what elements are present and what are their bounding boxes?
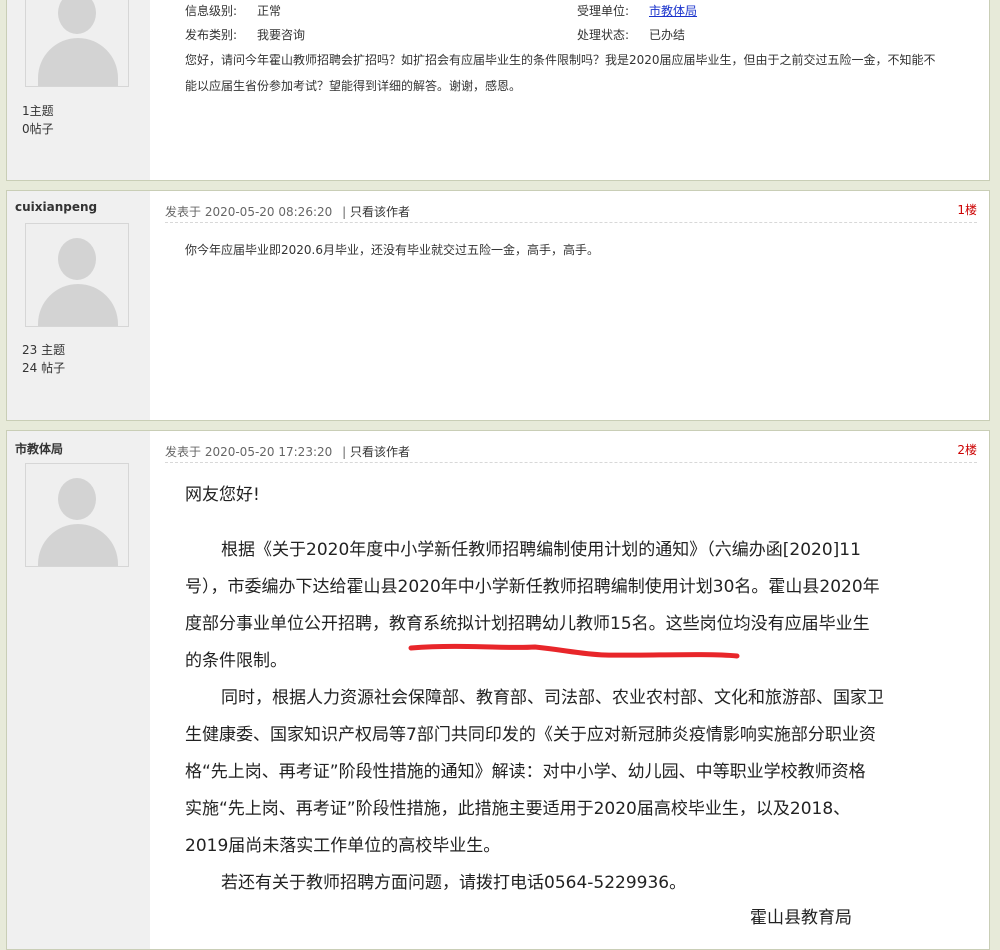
only-author-link[interactable]: 只看该作者 (350, 205, 410, 219)
content-line: 若还有关于教师招聘方面问题，请拨打电话0564-5229936。 (221, 873, 687, 893)
content-line: 根据《关于2020年度中小学新任教师招聘编制使用计划的通知》（六编办函[2020… (221, 540, 861, 560)
avatar-head-shape (58, 0, 96, 34)
reply-content: 根据《关于2020年度中小学新任教师招聘编制使用计划的通知》（六编办函[2020… (185, 532, 985, 902)
avatar[interactable] (25, 463, 129, 567)
meta-separator: | (342, 445, 347, 459)
meta-divider (165, 222, 977, 223)
only-author-link[interactable]: 只看该作者 (350, 445, 410, 459)
post-meta: 发表于 2020-05-20 17:23:20 | 只看该作者 (165, 443, 410, 460)
question-line: 您好，请问今年霍山教师招聘会扩招吗？如扩招会有应届毕业生的条件限制吗？我是202… (185, 53, 936, 67)
avatar-body-shape (38, 38, 118, 86)
author-sidebar: 1主题 0帖子 (7, 0, 150, 180)
type-value: 我要咨询 (257, 28, 306, 42)
content-line: 号），市委编办下达给霍山县2020年中小学新任教师招聘编制使用计划30名。霍山县… (185, 577, 880, 597)
reply-post-1: cuixianpeng 23 主题 24 帖子 发表于 2020-05-20 0… (6, 190, 990, 421)
author-sidebar: cuixianpeng 23 主题 24 帖子 (7, 191, 150, 420)
post-body: 信息级别: 正常 受理单位: 市教体局 发布类别: 我要咨询 处理状态: 已办结… (150, 0, 989, 180)
question-text: 您好，请问今年霍山教师招聘会扩招吗？如扩招会有应届毕业生的条件限制吗？我是202… (185, 47, 975, 99)
username[interactable]: cuixianpeng (15, 200, 97, 214)
reply-text: 你今年应届毕业即2020.6月毕业，还没有毕业就交过五险一金，高手，高手。 (185, 243, 599, 257)
content-line: 同时，根据人力资源社会保障部、教育部、司法部、农业农村部、文化和旅游部、国家卫 (221, 688, 884, 708)
post-original: 1主题 0帖子 信息级别: 正常 受理单位: 市教体局 发布类别: 我要咨询 处… (6, 0, 990, 181)
avatar (25, 0, 129, 87)
red-underline-annotation (408, 643, 740, 659)
post-time: 发表于 2020-05-20 17:23:20 (165, 445, 333, 459)
content-line: 格“先上岗、再考证”阶段性措施的通知》解读：对中小学、幼儿园、中等职业学校教师资… (185, 762, 866, 782)
username[interactable]: 市教体局 (15, 440, 63, 457)
author-sidebar: 市教体局 (7, 431, 150, 949)
avatar[interactable] (25, 223, 129, 327)
meta-separator: | (342, 205, 347, 219)
reply-greeting: 网友您好! (185, 485, 260, 505)
post-body: 发表于 2020-05-20 08:26:20 | 只看该作者 1楼 你今年应届… (150, 191, 989, 420)
status-label: 处理状态: (577, 28, 630, 42)
post-count[interactable]: 24 帖子 (22, 359, 65, 376)
level-value: 正常 (257, 4, 282, 18)
post-time: 发表于 2020-05-20 08:26:20 (165, 205, 333, 219)
unit-link[interactable]: 市教体局 (649, 2, 697, 19)
status-value: 已办结 (649, 28, 686, 42)
floor-number[interactable]: 1楼 (957, 201, 977, 218)
avatar-head-shape (58, 478, 96, 520)
post-count: 0帖子 (22, 122, 54, 136)
avatar-body-shape (38, 284, 118, 326)
content-line: 生健康委、国家知识产权局等7部门共同印发的《关于应对新冠肺炎疫情影响实施部分职业… (185, 725, 876, 745)
level-label: 信息级别: (185, 4, 238, 18)
thread-count[interactable]: 23 主题 (22, 341, 65, 358)
thread-count: 1主题 (22, 104, 54, 118)
meta-divider (165, 462, 977, 463)
post-meta: 发表于 2020-05-20 08:26:20 | 只看该作者 (165, 203, 410, 220)
type-label: 发布类别: (185, 28, 238, 42)
question-line: 能以应届生省份参加考试？望能得到详细的解答。谢谢，感恩。 (185, 79, 522, 93)
avatar-head-shape (58, 238, 96, 280)
signature: 霍山县教育局 (750, 908, 852, 928)
post-body: 发表于 2020-05-20 17:23:20 | 只看该作者 2楼 网友您好!… (150, 431, 989, 949)
floor-number[interactable]: 2楼 (957, 441, 977, 458)
content-line: 实施“先上岗、再考证”阶段性措施，此措施主要适用于2020届高校毕业生，以及20… (185, 799, 851, 819)
avatar-body-shape (38, 524, 118, 566)
unit-label: 受理单位: (577, 4, 630, 18)
reply-post-2: 市教体局 发表于 2020-05-20 17:23:20 | 只看该作者 2楼 … (6, 430, 990, 950)
content-line: 2019届尚未落实工作单位的高校毕业生。 (185, 836, 501, 856)
